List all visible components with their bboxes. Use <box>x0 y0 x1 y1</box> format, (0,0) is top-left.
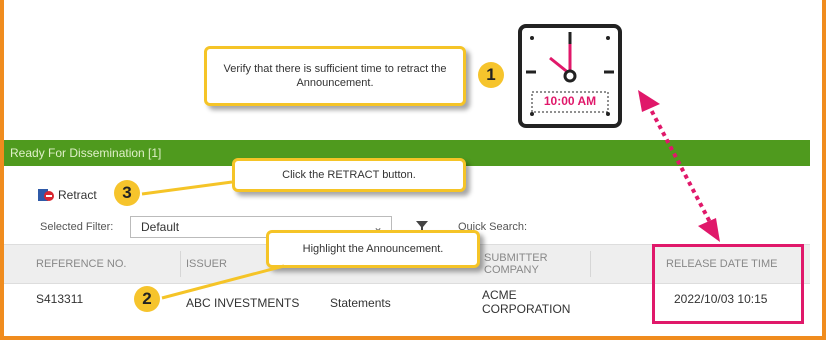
release-date-highlight <box>652 244 804 324</box>
connector-line <box>141 180 233 196</box>
callout-step1: Verify that there is sufficient time to … <box>204 46 466 106</box>
step3-badge: 3 <box>114 180 140 206</box>
dotted-arrow <box>638 90 720 242</box>
cell-submitter-line2: CORPORATION <box>482 302 571 316</box>
step2-badge: 2 <box>134 286 160 312</box>
filter-select-value: Default <box>141 220 180 234</box>
cell-submitter: ACME CORPORATION <box>482 288 570 316</box>
connector-line <box>161 264 285 300</box>
column-header-submitter[interactable]: SUBMITTER COMPANY <box>484 245 604 283</box>
step1-badge: 1 <box>478 62 504 88</box>
retract-button[interactable]: Retract <box>38 188 97 202</box>
selected-filter-label: Selected Filter: <box>40 221 114 233</box>
column-separator <box>590 251 591 277</box>
clock-icon: 10:00 AM <box>518 24 622 128</box>
callout-step3: Click the RETRACT button. <box>232 158 466 192</box>
callout-step2: Highlight the Announcement. <box>266 230 480 268</box>
cell-submitter-line1: ACME <box>482 288 517 302</box>
column-header-reference[interactable]: REFERENCE NO. <box>36 245 176 283</box>
retract-icon <box>38 188 54 202</box>
cell-reference: S413311 <box>36 292 84 306</box>
cell-type: Statements <box>330 296 391 310</box>
retract-label: Retract <box>58 188 97 202</box>
clock-time-label: 10:00 AM <box>543 94 597 108</box>
